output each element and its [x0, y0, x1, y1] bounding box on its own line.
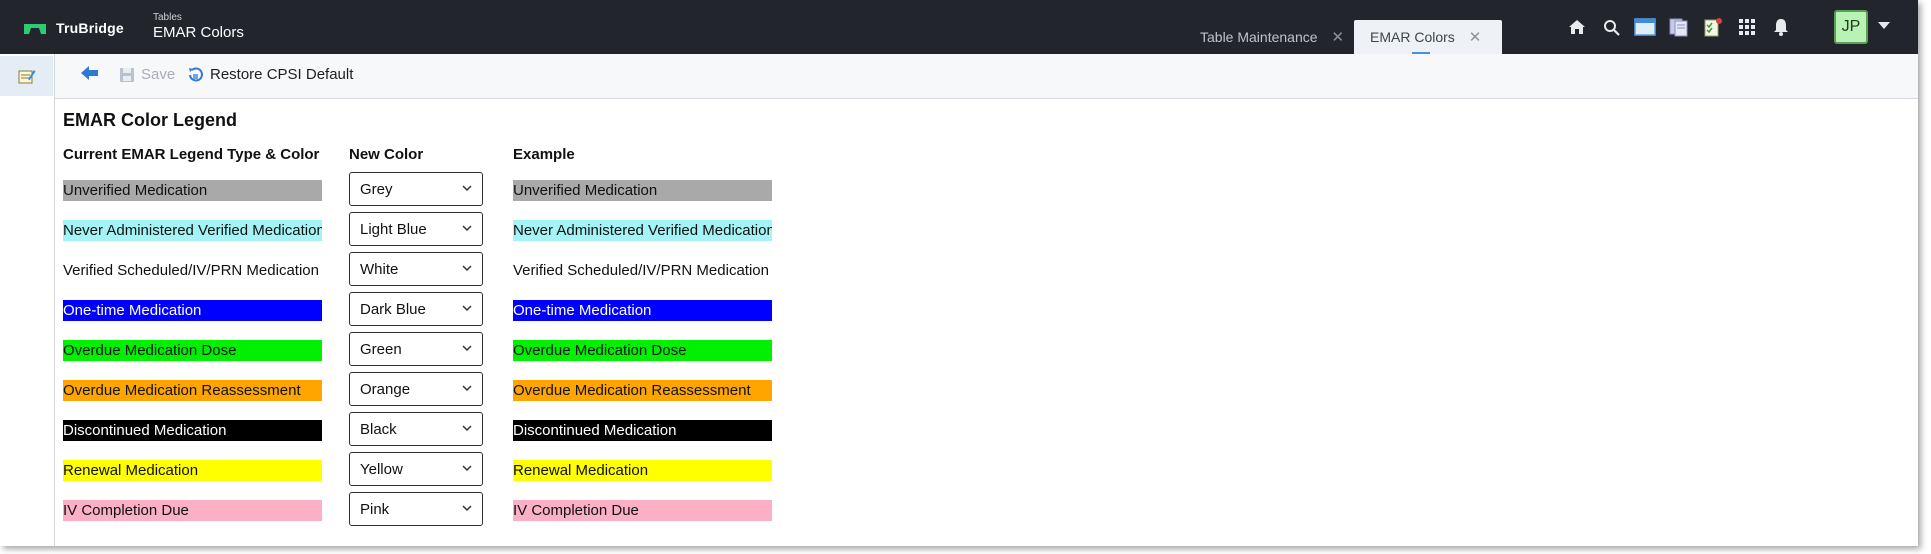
restore-label: Restore CPSI Default: [210, 66, 354, 83]
select-value: Light Blue: [360, 220, 427, 238]
example-swatch: Never Administered Verified Medication: [513, 220, 772, 241]
column-header-example: Example: [513, 146, 575, 163]
select-value: Green: [360, 340, 402, 358]
example-swatch: Unverified Medication: [513, 180, 772, 201]
brand-name: TruBridge: [56, 20, 124, 36]
save-button[interactable]: Save: [119, 66, 175, 83]
new-color-select[interactable]: Grey: [349, 172, 483, 206]
select-value: White: [360, 260, 399, 278]
tab-label: EMAR Colors: [1370, 29, 1455, 45]
current-legend-swatch: Overdue Medication Dose: [63, 340, 322, 361]
toolbar: Save Restore CPSI Default: [55, 54, 1918, 99]
back-arrow-icon: [81, 66, 98, 80]
chevron-down-icon: [462, 305, 472, 312]
select-value: Grey: [360, 180, 393, 198]
brand-logo[interactable]: TruBridge: [24, 20, 124, 36]
breadcrumb: Tables EMAR Colors: [153, 12, 244, 42]
example-swatch: Overdue Medication Dose: [513, 340, 772, 361]
apps-grid-icon[interactable]: [1730, 14, 1764, 40]
table-row: One-time Medication Dark Blue One-time Med…: [63, 292, 783, 326]
tab-table-maintenance[interactable]: Table Maintenance ✕: [1190, 20, 1350, 54]
current-legend-swatch: Discontinued Medication: [63, 420, 322, 441]
save-label: Save: [141, 66, 176, 83]
table-row: Renewal Medication Yellow Renewal Medicati…: [63, 452, 783, 486]
search-icon[interactable]: [1594, 14, 1628, 40]
select-value: Black: [360, 420, 397, 438]
chevron-down-icon: [462, 185, 472, 192]
table-row: Overdue Medication Reassessment Orange Ove…: [63, 372, 783, 406]
example-swatch: IV Completion Due: [513, 500, 772, 521]
select-value: Pink: [360, 500, 390, 518]
top-bar: TruBridge Tables EMAR Colors Table Maint…: [0, 0, 1918, 54]
restore-icon: [189, 67, 203, 82]
current-legend-swatch: IV Completion Due: [63, 500, 322, 521]
table-row: Overdue Medication Dose Green Overdue Medi…: [63, 332, 783, 366]
tab-label: Table Maintenance: [1200, 29, 1318, 45]
chevron-down-icon: [462, 345, 472, 352]
left-rail: [0, 54, 55, 546]
chevron-down-icon: [462, 465, 472, 472]
column-header-current: Current EMAR Legend Type & Color: [63, 146, 320, 163]
select-value: Yellow: [360, 460, 403, 478]
header-icons: [1560, 14, 1798, 40]
column-header-new-color: New Color: [349, 146, 424, 163]
close-icon[interactable]: ✕: [1469, 28, 1482, 46]
back-button[interactable]: [81, 66, 99, 80]
chevron-down-icon: [462, 505, 472, 512]
table-row: Unverified Medication Grey Unverified Medi…: [63, 172, 783, 206]
current-legend-swatch: One-time Medication: [63, 300, 322, 321]
current-legend-swatch: Verified Scheduled/IV/PRN Medication: [63, 260, 322, 281]
table-row: Never Administered Verified Medication Li…: [63, 212, 783, 246]
new-color-select[interactable]: White: [349, 252, 483, 286]
checklist-icon[interactable]: [1696, 14, 1730, 40]
current-legend-swatch: Never Administered Verified Medication: [63, 220, 322, 241]
new-color-select[interactable]: Green: [349, 332, 483, 366]
breadcrumb-parent: Tables: [153, 12, 182, 23]
home-icon[interactable]: [1560, 14, 1594, 40]
example-swatch: Discontinued Medication: [513, 420, 772, 441]
save-icon: [120, 67, 134, 82]
chevron-down-icon: [462, 385, 472, 392]
new-color-select[interactable]: Orange: [349, 372, 483, 406]
current-legend-swatch: Renewal Medication: [63, 460, 322, 481]
restore-default-button[interactable]: Restore CPSI Default: [187, 66, 353, 83]
new-color-select[interactable]: Light Blue: [349, 212, 483, 246]
chevron-down-icon: [462, 225, 472, 232]
window-icon[interactable]: [1628, 14, 1662, 40]
brand-mark-icon: [24, 22, 46, 34]
new-color-select[interactable]: Yellow: [349, 452, 483, 486]
select-value: Orange: [360, 380, 411, 398]
rail-item-tables[interactable]: [0, 56, 53, 96]
edit-table-icon: [18, 70, 35, 84]
table-row: Verified Scheduled/IV/PRN Medication Whit…: [63, 252, 783, 286]
table-row: IV Completion Due Pink IV Completion Due: [63, 492, 783, 526]
select-value: Dark Blue: [360, 300, 426, 318]
section-title: EMAR Color Legend: [63, 110, 237, 130]
example-swatch: Overdue Medication Reassessment: [513, 380, 772, 401]
avatar[interactable]: JP: [1834, 10, 1868, 44]
example-swatch: Verified Scheduled/IV/PRN Medication: [513, 260, 772, 281]
new-color-select[interactable]: Dark Blue: [349, 292, 483, 326]
app-window: TruBridge Tables EMAR Colors Table Maint…: [0, 0, 1918, 546]
current-legend-swatch: Overdue Medication Reassessment: [63, 380, 322, 401]
example-swatch: One-time Medication: [513, 300, 772, 321]
new-color-select[interactable]: Pink: [349, 492, 483, 526]
tab-emar-colors[interactable]: EMAR Colors ✕: [1354, 20, 1502, 54]
current-legend-swatch: Unverified Medication: [63, 180, 322, 201]
page-title: EMAR Colors: [153, 24, 244, 41]
close-icon[interactable]: ✕: [1332, 28, 1345, 46]
chevron-down-icon: [462, 265, 472, 272]
chevron-down-icon: [462, 425, 472, 432]
documents-icon[interactable]: [1662, 14, 1696, 40]
bell-icon[interactable]: [1764, 14, 1798, 40]
chevron-down-icon[interactable]: [1878, 22, 1890, 29]
new-color-select[interactable]: Black: [349, 412, 483, 446]
example-swatch: Renewal Medication: [513, 460, 772, 481]
table-row: Discontinued Medication Black Discontinued…: [63, 412, 783, 446]
